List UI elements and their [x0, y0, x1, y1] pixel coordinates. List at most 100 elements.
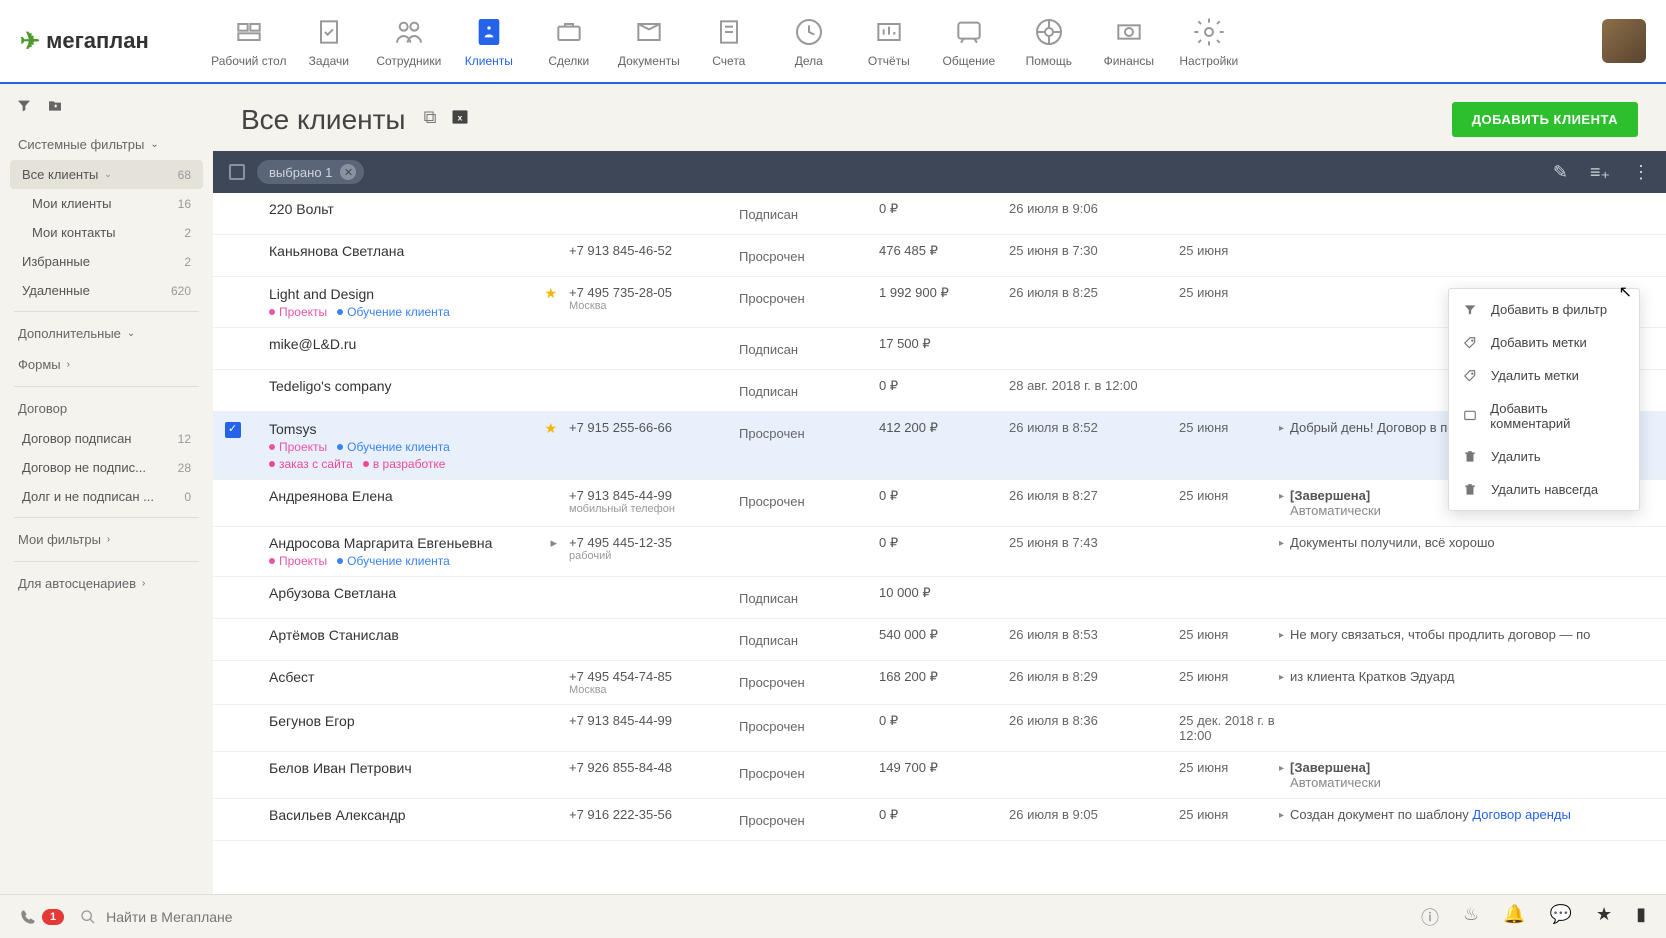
- add-to-list-icon[interactable]: ≡₊: [1590, 162, 1610, 183]
- table-row[interactable]: Артёмов Станислав Подписан 540 000 ₽ 26 …: [213, 619, 1666, 661]
- nav-item-7[interactable]: Дела: [769, 1, 849, 81]
- menu-item[interactable]: Добавить в фильтр: [1449, 293, 1639, 326]
- nav-item-2[interactable]: Сотрудники: [369, 1, 449, 81]
- amount: 0 ₽: [879, 201, 1009, 217]
- filter-item[interactable]: Мои клиенты16: [10, 189, 203, 218]
- additional-group[interactable]: Дополнительные⌄: [10, 318, 203, 349]
- table-row[interactable]: Андросова Маргарита Евгеньевна▸ ПроектыО…: [213, 527, 1666, 577]
- date2: 25 июня: [1179, 760, 1279, 775]
- copy-icon[interactable]: ⧉: [424, 107, 437, 132]
- filter-item[interactable]: Договор не подпис...28: [10, 453, 203, 482]
- filter-item[interactable]: Долг и не подписан ...0: [10, 482, 203, 511]
- chevron-right-icon: ▸: [1279, 420, 1284, 435]
- star-icon: ★: [544, 285, 557, 302]
- nav-icon: [1111, 14, 1147, 50]
- phone: +7 495 735-28-05Москва: [569, 285, 739, 312]
- edit-icon[interactable]: ✎: [1553, 162, 1568, 183]
- my-filters-group[interactable]: Мои фильтры›: [10, 524, 203, 555]
- star-icon[interactable]: ★: [1596, 904, 1612, 930]
- nav-item-4[interactable]: Сделки: [529, 1, 609, 81]
- filter-add-icon[interactable]: [16, 98, 32, 117]
- status: Просрочен: [739, 669, 879, 690]
- nav-item-10[interactable]: Помощь: [1009, 1, 1089, 81]
- filter-item[interactable]: Все клиенты⌄68: [10, 160, 203, 189]
- note: ▸из клиента Кратков Эдуард: [1279, 669, 1654, 684]
- filter-item[interactable]: Договор подписан12: [10, 424, 203, 453]
- filter-item[interactable]: Мои контакты2: [10, 218, 203, 247]
- menu-item[interactable]: Удалить: [1449, 440, 1639, 473]
- bell-icon[interactable]: 🔔: [1503, 904, 1525, 930]
- bookmark-icon[interactable]: ▮: [1636, 904, 1646, 930]
- status: Подписан: [739, 627, 879, 648]
- tag: Обучение клиента: [337, 554, 450, 568]
- nav-icon: [791, 14, 827, 50]
- phone: +7 495 445-12-35рабочий: [569, 535, 739, 562]
- nav-item-12[interactable]: Настройки: [1169, 1, 1249, 81]
- menu-icon: [1463, 303, 1479, 317]
- phone-badge[interactable]: 1: [20, 909, 64, 925]
- nav-item-8[interactable]: Отчёты: [849, 1, 929, 81]
- row-checkbox[interactable]: [225, 422, 241, 438]
- search-icon: [80, 909, 96, 925]
- chevron-right-icon: ›: [107, 534, 110, 545]
- amount: 476 485 ₽: [879, 243, 1009, 259]
- nav-icon: [631, 14, 667, 50]
- menu-item[interactable]: Добавить комментарий: [1449, 392, 1639, 440]
- phone: +7 913 845-46-52: [569, 243, 739, 258]
- amount: 17 500 ₽: [879, 336, 1009, 352]
- client-name: Tedeligo's company: [269, 378, 392, 394]
- chevron-right-icon: ▸: [1279, 535, 1284, 550]
- table-row[interactable]: Васильев Александр +7 916 222-35-56 Прос…: [213, 799, 1666, 841]
- global-search[interactable]: [80, 909, 940, 925]
- activity-icon[interactable]: ♨: [1463, 904, 1479, 930]
- select-all-checkbox[interactable]: [229, 164, 245, 180]
- info-icon[interactable]: ⓘ: [1421, 904, 1439, 930]
- filter-item[interactable]: Избранные2: [10, 247, 203, 276]
- amount: 0 ₽: [879, 713, 1009, 729]
- phone: +7 915 255-66-66: [569, 420, 739, 435]
- menu-item[interactable]: Удалить метки: [1449, 359, 1639, 392]
- nav-item-9[interactable]: Общение: [929, 1, 1009, 81]
- table-row[interactable]: Бегунов Егор +7 913 845-44-99 Просрочен …: [213, 705, 1666, 752]
- folder-add-icon[interactable]: [46, 98, 64, 117]
- logo[interactable]: ✈ мегаплан: [20, 27, 149, 56]
- nav-item-0[interactable]: Рабочий стол: [209, 1, 289, 81]
- add-client-button[interactable]: ДОБАВИТЬ КЛИЕНТА: [1452, 102, 1638, 137]
- forms-group[interactable]: Формы›: [10, 349, 203, 380]
- phone: +7 926 855-84-48: [569, 760, 739, 775]
- nav-item-6[interactable]: Счета: [689, 1, 769, 81]
- user-avatar[interactable]: [1602, 19, 1646, 63]
- more-icon[interactable]: ⋮: [1632, 162, 1650, 183]
- phone: +7 913 845-44-99: [569, 713, 739, 728]
- client-name: Асбест: [269, 669, 314, 685]
- clear-selection-icon[interactable]: ✕: [340, 164, 356, 180]
- tag: заказ с сайта: [269, 457, 353, 471]
- menu-item[interactable]: Удалить навсегда: [1449, 473, 1639, 506]
- nav-item-3[interactable]: Клиенты: [449, 1, 529, 81]
- table-row[interactable]: Асбест +7 495 454-74-85Москва Просрочен …: [213, 661, 1666, 705]
- chat-icon[interactable]: 💬: [1550, 904, 1572, 930]
- menu-item[interactable]: Добавить метки: [1449, 326, 1639, 359]
- filter-item[interactable]: Удаленные620: [10, 276, 203, 305]
- auto-scripts-group[interactable]: Для автосценариев›: [10, 568, 203, 599]
- top-nav: ✈ мегаплан Рабочий столЗадачиСотрудникиК…: [0, 0, 1666, 84]
- menu-icon: [1463, 409, 1478, 423]
- date2: 25 июня: [1179, 627, 1279, 642]
- tag: Проекты: [269, 554, 327, 568]
- nav-item-1[interactable]: Задачи: [289, 1, 369, 81]
- excel-export-icon[interactable]: x: [450, 107, 470, 132]
- system-filters-group[interactable]: Системные фильтры⌄: [10, 129, 203, 160]
- table-row[interactable]: 220 Вольт Подписан 0 ₽ 26 июля в 9:06: [213, 193, 1666, 235]
- menu-icon: [1463, 336, 1479, 350]
- nav-icon: [391, 14, 427, 50]
- table-row[interactable]: Каньянова Светлана +7 913 845-46-52 Прос…: [213, 235, 1666, 277]
- chevron-right-icon: ›: [142, 578, 145, 589]
- search-input[interactable]: [106, 909, 940, 925]
- nav-item-5[interactable]: Документы: [609, 1, 689, 81]
- nav-item-11[interactable]: Финансы: [1089, 1, 1169, 81]
- status: Просрочен: [739, 243, 879, 264]
- table-row[interactable]: Белов Иван Петрович +7 926 855-84-48 Про…: [213, 752, 1666, 799]
- date1: 26 июля в 9:06: [1009, 201, 1179, 216]
- table-row[interactable]: Арбузова Светлана Подписан 10 000 ₽: [213, 577, 1666, 619]
- status: [739, 535, 879, 541]
